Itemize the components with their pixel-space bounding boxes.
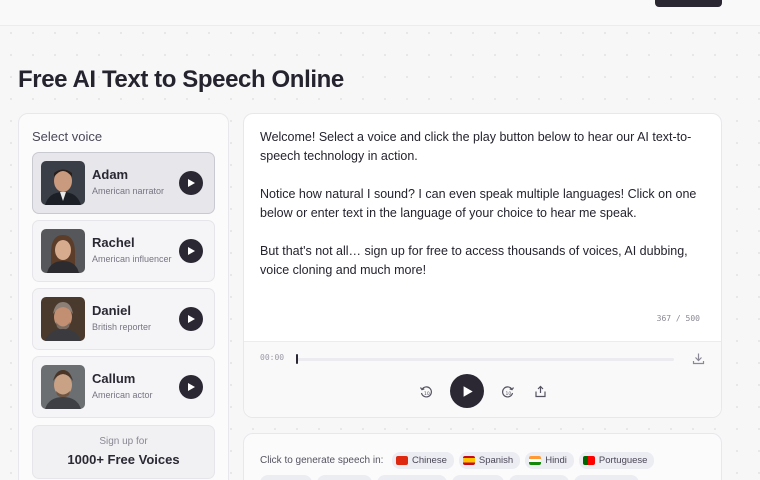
language-chip-hindi[interactable]: Hindi [525, 452, 574, 469]
voice-description: American influencer [92, 254, 172, 264]
language-chip[interactable] [574, 475, 639, 480]
language-chip[interactable] [377, 475, 447, 480]
text-panel: Welcome! Select a voice and click the pl… [243, 113, 722, 418]
language-label: Click to generate speech in: [260, 455, 384, 466]
svg-text:10: 10 [506, 391, 512, 397]
time-label: 00:00 [260, 353, 285, 362]
chip-label: Spanish [478, 455, 514, 466]
play-icon[interactable] [179, 375, 203, 399]
progress-handle[interactable] [296, 354, 298, 364]
signup-headline: 1000+ Free Voices [67, 452, 180, 467]
voice-card-rachel[interactable]: Rachel American influencer [32, 220, 215, 282]
language-panel: Click to generate speech in: Chinese Spa… [243, 433, 722, 480]
audio-player: 00:00 10 10 [244, 341, 721, 417]
play-icon[interactable] [179, 239, 203, 263]
chip-label: Portuguese [598, 455, 648, 466]
portugal-flag-icon [582, 456, 595, 465]
text-paragraph: But that's not all… sign up for free to … [260, 244, 688, 277]
page-title: Free AI Text to Speech Online [18, 66, 344, 93]
signup-card[interactable]: Sign up for 1000+ Free Voices [32, 425, 215, 479]
download-icon[interactable] [692, 352, 705, 370]
text-paragraph: Welcome! Select a voice and click the pl… [260, 130, 692, 163]
avatar [41, 297, 85, 341]
language-chip[interactable] [452, 475, 504, 480]
language-chips: Chinese Spanish Hindi Portuguese [392, 452, 655, 469]
voice-panel-title: Select voice [32, 129, 103, 144]
top-bar [0, 0, 760, 26]
chip-label: Chinese [412, 455, 447, 466]
language-chip-chinese[interactable]: Chinese [392, 452, 454, 469]
voice-panel: Select voice Adam American narrator Rach… [18, 113, 229, 480]
voice-card-callum[interactable]: Callum American actor [32, 356, 215, 418]
voice-description: British reporter [92, 322, 152, 332]
voice-name: Callum [92, 371, 136, 386]
svg-text:10: 10 [424, 391, 430, 397]
header-button[interactable] [655, 0, 722, 7]
chip-label: Hindi [545, 455, 567, 466]
character-count: 367 / 500 [656, 314, 700, 323]
voice-description: American actor [92, 390, 153, 400]
progress-bar[interactable] [296, 354, 674, 364]
spain-flag-icon [462, 456, 475, 465]
avatar [41, 229, 85, 273]
china-flag-icon [396, 456, 408, 465]
voice-card-adam[interactable]: Adam American narrator [32, 152, 215, 214]
voice-description: American narrator [92, 186, 165, 196]
language-chip[interactable] [260, 475, 312, 480]
voice-card-daniel[interactable]: Daniel British reporter [32, 288, 215, 350]
rewind-10-icon[interactable]: 10 [418, 384, 434, 400]
language-chip-spanish[interactable]: Spanish [458, 452, 521, 469]
language-chip-portuguese[interactable]: Portuguese [578, 452, 655, 469]
play-icon[interactable] [179, 307, 203, 331]
language-chip[interactable] [317, 475, 372, 480]
avatar [41, 365, 85, 409]
play-icon[interactable] [179, 171, 203, 195]
forward-10-icon[interactable]: 10 [500, 384, 516, 400]
main-play-icon[interactable] [450, 374, 484, 408]
signup-caption: Sign up for [99, 436, 148, 447]
language-chip[interactable] [509, 475, 569, 480]
text-paragraph: Notice how natural I sound? I can even s… [260, 187, 697, 220]
avatar [41, 161, 85, 205]
voice-name: Daniel [92, 303, 132, 318]
share-icon[interactable] [532, 383, 548, 399]
voice-name: Rachel [92, 235, 135, 250]
tts-text-area[interactable]: Welcome! Select a voice and click the pl… [260, 128, 710, 299]
voice-name: Adam [92, 167, 129, 182]
language-chips-row-2 [260, 475, 639, 480]
india-flag-icon [529, 456, 542, 465]
